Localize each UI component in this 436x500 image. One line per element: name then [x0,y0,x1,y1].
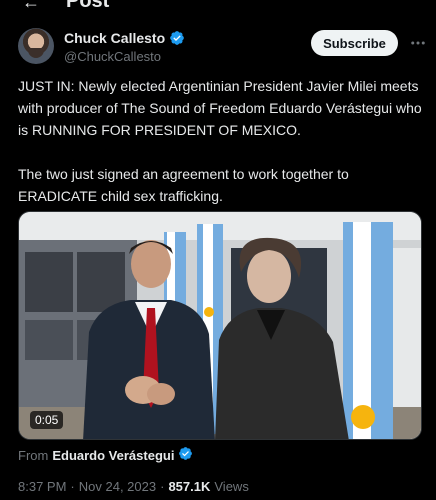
source-attribution: From Eduardo Verástegui [18,446,193,464]
author-name-row: Chuck Callesto [64,30,185,46]
page-header: ← Post [0,0,436,14]
post-date[interactable]: Nov 24, 2023 [79,479,156,494]
tweet-text: JUST IN: Newly elected Argentinian Presi… [18,75,423,207]
video-frame [19,212,421,439]
verified-badge-icon [178,446,193,464]
source-name[interactable]: Eduardo Verástegui [52,448,174,463]
post-time[interactable]: 8:37 PM [18,479,66,494]
author-handle[interactable]: @ChuckCallesto [64,49,161,64]
arrow-left-icon[interactable]: ← [22,0,40,13]
video-player[interactable] [18,211,422,440]
video-duration-badge: 0:05 [30,411,64,429]
tweet-paragraph: The two just signed an agreement to work… [18,166,349,204]
more-horizontal-icon[interactable] [409,34,427,52]
avatar-beard [28,48,44,58]
verified-badge-icon[interactable] [169,30,185,46]
tweet-paragraph: JUST IN: Newly elected Argentinian Presi… [18,78,422,138]
post-meta: 8:37 PM · Nov 24, 2023 · 857.1K Views [18,479,249,494]
meta-separator: · [70,479,75,494]
source-prefix: From [18,447,49,463]
avatar[interactable] [18,28,54,64]
meta-separator: · [160,479,165,494]
views-label: Views [214,479,249,494]
author-name[interactable]: Chuck Callesto [64,30,165,46]
subscribe-button[interactable]: Subscribe [311,30,398,56]
page-title: Post [66,0,110,12]
views-count: 857.1K [168,479,211,494]
